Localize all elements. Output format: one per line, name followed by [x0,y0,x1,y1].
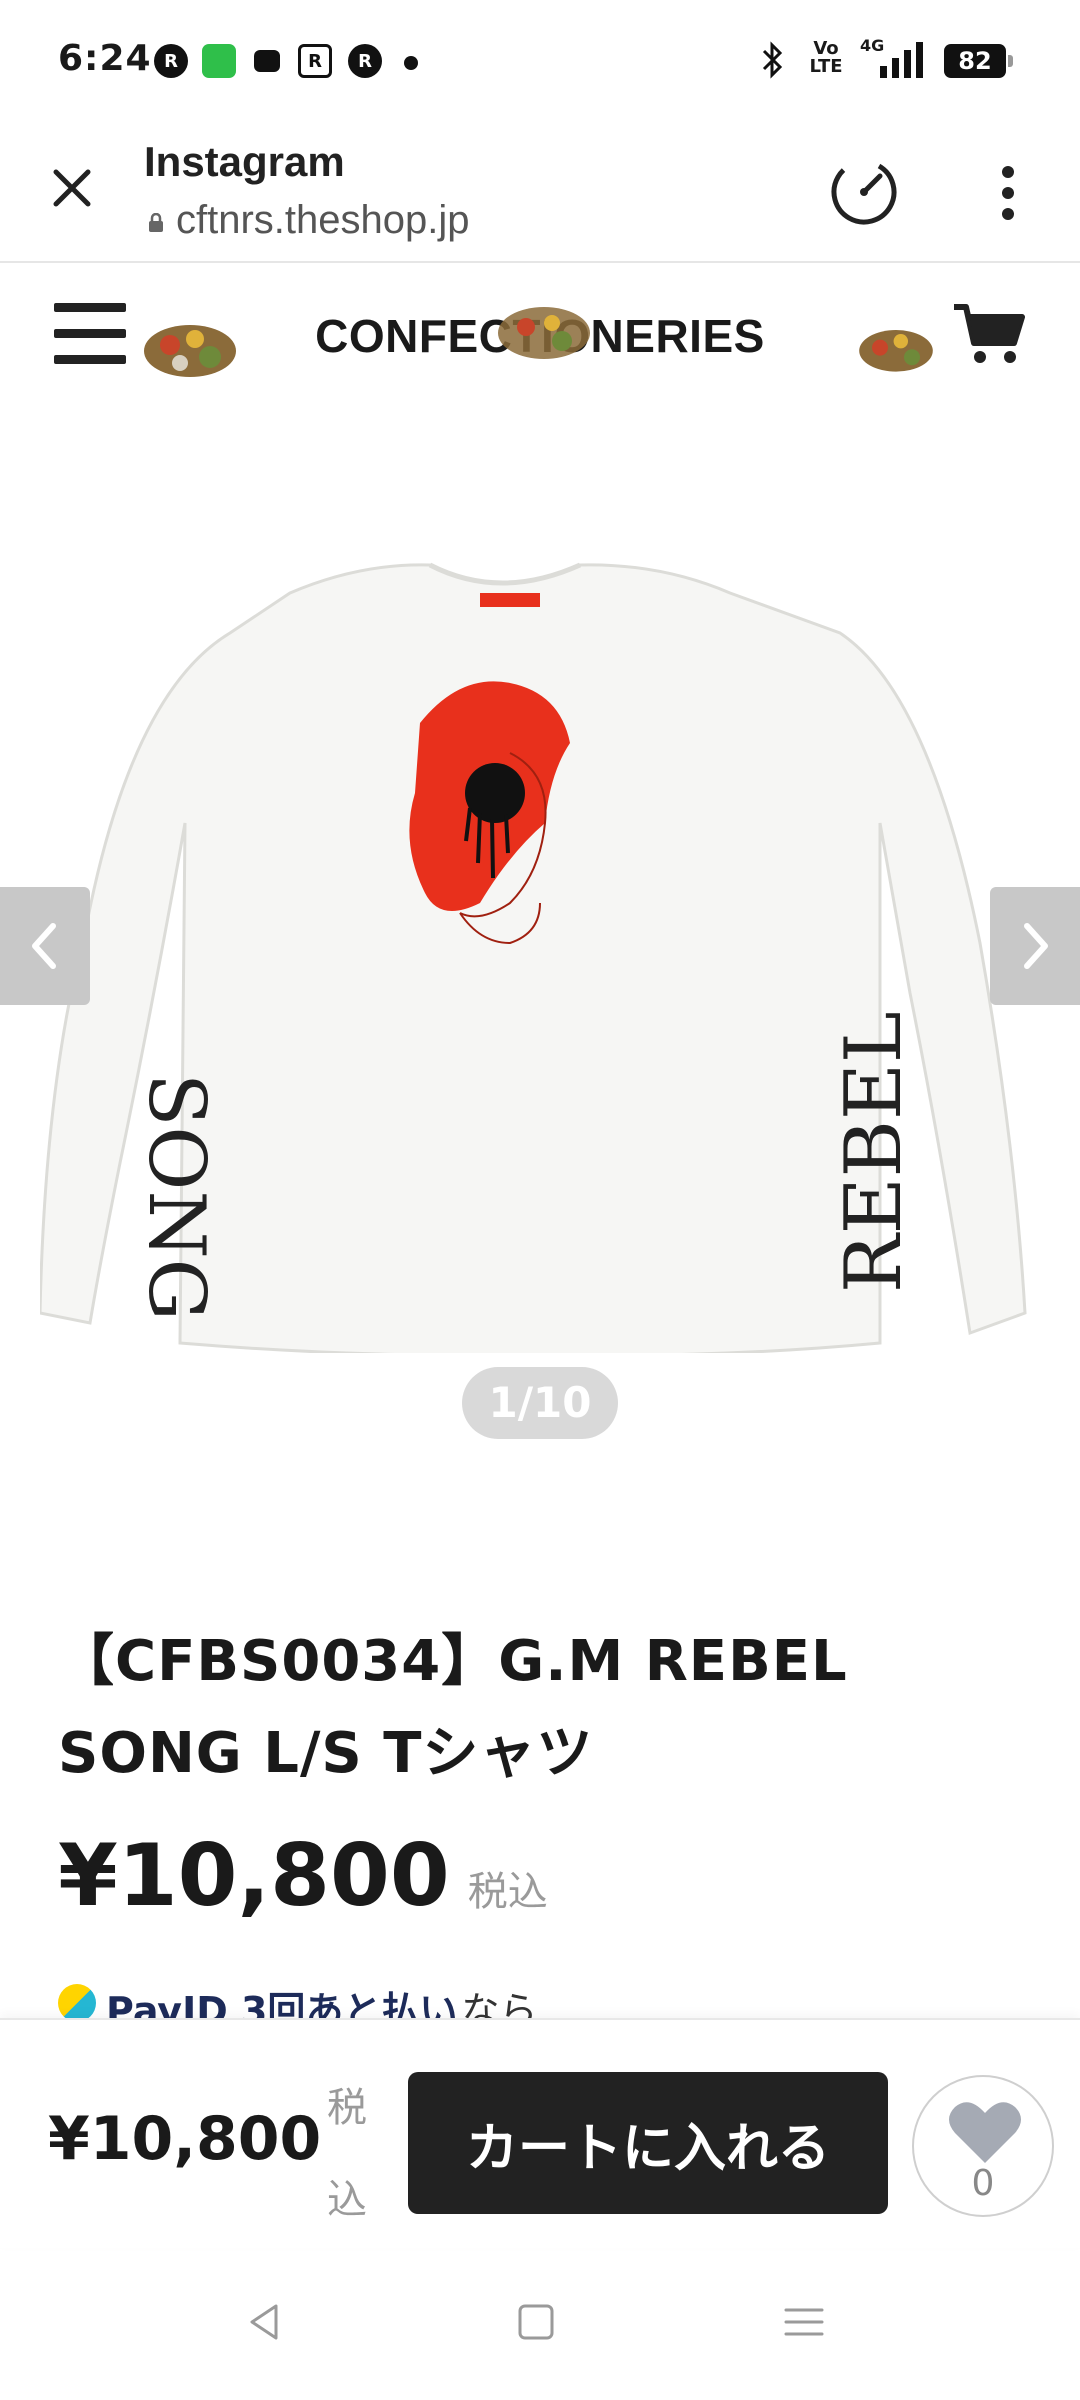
in-app-browser-bar: Instagram cftnrs.theshop.jp [0,120,1080,263]
bottom-tax-label: 税込 [327,2085,367,2223]
browser-url[interactable]: cftnrs.theshop.jp [148,198,470,243]
payid-text: PayID 3回あと払い [106,1989,458,2020]
chevron-right-icon [1024,923,1048,969]
message-icon [254,50,280,72]
bluetooth-icon [762,41,783,79]
android-navigation-bar [0,2248,1080,2400]
status-bar: 6:24 R R R Vo LTE 4G 82 [0,0,1080,120]
confectionery-decoration-icon [859,330,933,372]
signal-icon [880,42,923,78]
browser-url-text: cftnrs.theshop.jp [176,198,470,242]
left-sleeve-text: SONG [131,1073,221,1321]
volte-icon: Vo LTE [809,38,843,77]
more-options-icon[interactable] [986,162,1030,224]
favorite-count: 0 [971,2163,995,2204]
rakuten-link-icon: R [154,44,188,78]
back-icon[interactable] [236,2292,296,2352]
recent-apps-icon[interactable] [774,2292,834,2352]
product-image: SONG REBEL [40,562,1027,1353]
purchase-bar: ¥10,800 税込 カートに入れる 0 [0,2018,1080,2248]
browser-app-title: Instagram [144,138,345,185]
home-icon[interactable] [506,2292,566,2352]
status-time: 6:24 [58,38,152,79]
image-counter: 1/10 [462,1367,618,1439]
favorite-button[interactable]: 0 [912,2075,1054,2217]
close-button[interactable] [44,160,100,216]
lock-icon [149,212,163,232]
product-title: 【CFBS0034】G.M REBEL SONG L/S Tシャツ [58,1629,848,1786]
previous-image-button[interactable] [0,887,90,1005]
confectionery-decoration-icon [498,307,590,359]
payid-installment-info[interactable]: PayID 3回あと払い なら [58,1980,537,2020]
rakuten-link-icon-2: R [348,44,382,78]
shopping-cart-icon[interactable] [952,301,1026,367]
next-image-button[interactable] [990,887,1080,1005]
payid-tail: なら [461,1989,538,2020]
battery-icon: 82 [944,44,1013,78]
app-notification-icon [202,44,236,78]
speedometer-icon[interactable] [828,156,900,228]
right-sleeve-text: REBEL [829,1011,919,1293]
heart-icon [949,2102,1021,2163]
tax-label: 税込 [467,1869,548,1915]
close-icon [53,169,91,207]
bottom-price: ¥10,800 [48,2104,322,2174]
payid-logo-icon [58,1984,96,2020]
chevron-left-icon [32,923,56,969]
add-to-cart-button[interactable]: カートに入れる [408,2072,888,2214]
product-price: ¥10,800 [58,1826,450,1926]
product-image-carousel[interactable]: SONG REBEL 1/10 [0,403,1080,1463]
shop-header: CONFECTIONERIES [0,263,1080,403]
rakuten-app-icon: R [298,44,332,78]
more-notifications-dot [404,56,418,70]
battery-level: 82 [958,47,992,75]
price-row: ¥10,800 税込 [58,1826,548,1926]
